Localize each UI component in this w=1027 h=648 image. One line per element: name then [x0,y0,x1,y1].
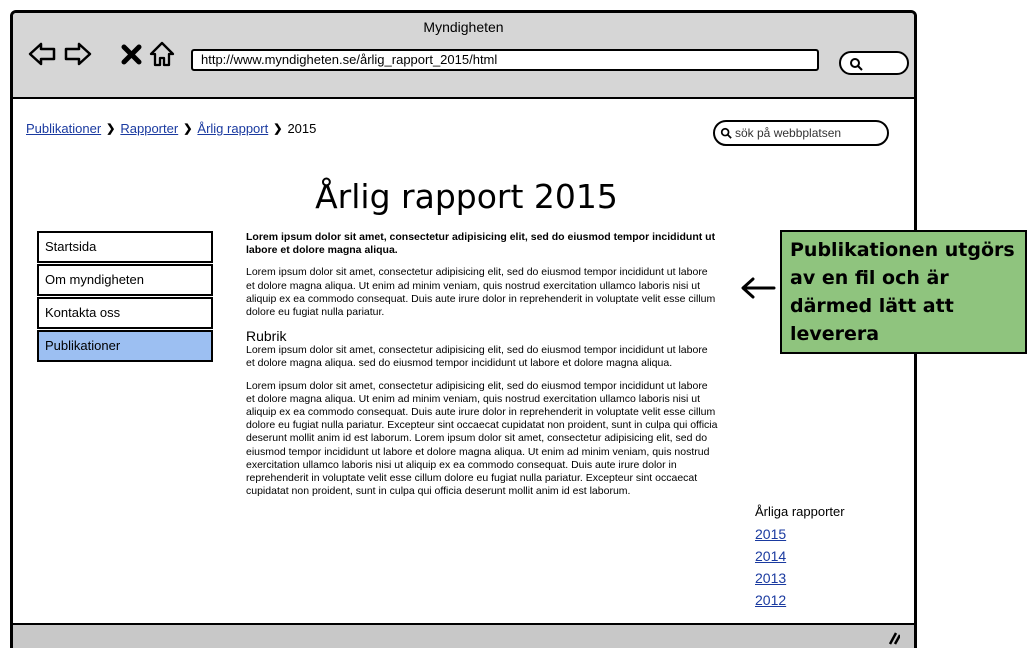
body-paragraph: Lorem ipsum dolor sit amet, consectetur … [246,379,718,498]
page-title: Årlig rapport 2015 [315,177,618,216]
close-icon[interactable] [117,39,147,69]
breadcrumb-link-arlig-rapport[interactable]: Årlig rapport [197,121,268,136]
chevron-right-icon: ❯ [273,123,283,135]
breadcrumb: Publikationer ❯ Rapporter ❯ Årlig rappor… [26,121,316,136]
body-paragraph: Lorem ipsum dolor sit amet, consectetur … [246,344,708,370]
breadcrumb-link-rapporter[interactable]: Rapporter [120,121,178,136]
lead-paragraph: Lorem ipsum dolor sit amet, consectetur … [246,231,716,257]
side-nav-item-publikationer[interactable]: Publikationer [37,330,213,362]
page-content: Publikationer ❯ Rapporter ❯ Årlig rappor… [13,101,914,625]
site-search-input[interactable]: sök på webbplatsen [713,120,889,146]
url-bar[interactable]: http://www.myndigheten.se/årlig_rapport_… [191,49,819,71]
section-heading: Rubrik [246,328,287,345]
breadcrumb-current: 2015 [287,121,317,136]
resize-grip-icon[interactable] [882,631,900,645]
back-icon[interactable] [27,39,57,69]
chevron-right-icon: ❯ [183,123,193,135]
breadcrumb-link-publikationer[interactable]: Publikationer [26,121,101,136]
report-link-2014[interactable]: 2014 [755,545,885,567]
side-nav-item-om-myndigheten[interactable]: Om myndigheten [37,264,213,296]
site-search-placeholder: sök på webbplatsen [735,126,842,140]
annual-reports-list: Årliga rapporter 2015 2014 2013 2012 [755,504,885,611]
annotation-callout: Publikationen utgörs av en fil och är dä… [780,230,1027,354]
main-article: Lorem ipsum dolor sit amet, consectetur … [246,231,718,507]
browser-chrome: Myndigheten http://www.myndigheten.se/år… [13,13,914,99]
report-link-2012[interactable]: 2012 [755,589,885,611]
body-paragraph: Lorem ipsum dolor sit amet, consectetur … [246,266,716,319]
side-nav-item-startsida[interactable]: Startsida [37,231,213,263]
home-icon[interactable] [147,39,177,69]
search-icon [850,58,863,71]
status-bar [13,623,914,648]
report-link-2015[interactable]: 2015 [755,523,885,545]
window-title: Myndigheten [423,19,504,35]
side-nav: Startsida Om myndigheten Kontakta oss Pu… [37,231,213,363]
report-link-2013[interactable]: 2013 [755,567,885,589]
arrow-left-icon [741,277,776,299]
forward-icon[interactable] [63,39,93,69]
annual-reports-title: Årliga rapporter [755,504,845,519]
side-nav-item-kontakta-oss[interactable]: Kontakta oss [37,297,213,329]
browser-search-box[interactable] [839,51,909,75]
chevron-right-icon: ❯ [106,123,116,135]
search-icon [720,127,732,139]
